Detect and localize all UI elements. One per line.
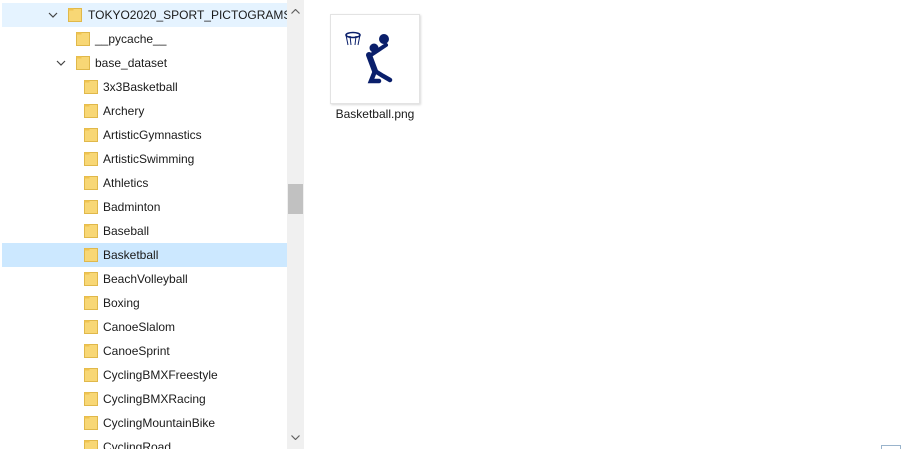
folder-icon (84, 223, 98, 239)
folder-icon (84, 439, 98, 449)
tree-item-label: CanoeSprint (103, 344, 170, 358)
file-list-pane: Basketball.png (304, 0, 909, 449)
file-thumbnail (330, 14, 420, 104)
tree-item-cyclingbmxfreestyle[interactable]: CyclingBMXFreestyle (2, 363, 287, 387)
tree-item-canoesprint[interactable]: CanoeSprint (2, 339, 287, 363)
folder-icon (84, 127, 98, 143)
folder-icon (84, 199, 98, 215)
tree-item-canoeslalom[interactable]: CanoeSlalom (2, 315, 287, 339)
vertical-scrollbar[interactable] (287, 0, 304, 449)
scrollbar-thumb[interactable] (288, 184, 303, 214)
tree-item-athletics[interactable]: Athletics (2, 171, 287, 195)
view-toggle-button[interactable] (881, 445, 901, 449)
tree-item-3x3basketball[interactable]: 3x3Basketball (2, 75, 287, 99)
tree-item-boxing[interactable]: Boxing (2, 291, 287, 315)
tree-item-label: __pycache__ (95, 32, 167, 46)
tree-item-beachvolleyball[interactable]: BeachVolleyball (2, 267, 287, 291)
tree-item-label: TOKYO2020_SPORT_PICTOGRAMS (88, 8, 287, 22)
folder-icon (84, 295, 98, 311)
tree-item-artisticswimming[interactable]: ArtisticSwimming (2, 147, 287, 171)
tree-item-label: CyclingRoad (103, 440, 172, 449)
tree-item-label: Baseball (103, 224, 150, 238)
folder-icon (84, 175, 98, 191)
tree-item-label: 3x3Basketball (103, 80, 178, 94)
tree-item-label: ArtisticGymnastics (103, 128, 202, 142)
folder-icon (68, 7, 82, 23)
tree-item-label: BeachVolleyball (103, 272, 188, 286)
tree-item-label: Basketball (103, 248, 159, 262)
folder-icon (76, 55, 90, 71)
tree-item-base-dataset[interactable]: base_dataset (2, 51, 287, 75)
tree-item-tokyo2020[interactable]: TOKYO2020_SPORT_PICTOGRAMS (2, 3, 287, 27)
folder-icon (84, 79, 98, 95)
tree-item-baseball[interactable]: Baseball (2, 219, 287, 243)
folder-icon (84, 391, 98, 407)
folder-icon (84, 319, 98, 335)
tree-item-label: Archery (103, 104, 145, 118)
navigation-tree: TOKYO2020_SPORT_PICTOGRAMS __pycache__ b… (0, 0, 287, 449)
tree-item-label: Athletics (103, 176, 149, 190)
tree-item-label: CyclingBMXFreestyle (103, 368, 218, 382)
tree-item-archery[interactable]: Archery (2, 99, 287, 123)
file-name-label: Basketball.png (335, 107, 415, 121)
folder-icon (84, 271, 98, 287)
tree-item-label: CyclingMountainBike (103, 416, 216, 430)
tree-item-badminton[interactable]: Badminton (2, 195, 287, 219)
tree-item-pycache[interactable]: __pycache__ (2, 27, 287, 51)
folder-icon (84, 367, 98, 383)
basketball-pictogram-icon (345, 31, 393, 84)
file-item-basketball[interactable]: Basketball.png (326, 12, 424, 124)
tree-item-label: CyclingBMXRacing (103, 392, 206, 406)
folder-icon (84, 103, 98, 119)
tree-item-cyclingbmxracing[interactable]: CyclingBMXRacing (2, 387, 287, 411)
tree-item-label: base_dataset (95, 56, 168, 70)
folder-icon (76, 31, 90, 47)
folder-icon (84, 151, 98, 167)
folder-icon (84, 343, 98, 359)
tree-item-cyclingmountainbike[interactable]: CyclingMountainBike (2, 411, 287, 435)
tree-item-cyclingroad[interactable]: CyclingRoad (2, 435, 287, 449)
tree-item-basketball[interactable]: Basketball (2, 243, 287, 267)
chevron-down-icon[interactable] (46, 8, 60, 22)
scroll-up-icon[interactable] (287, 3, 304, 20)
tree-item-artisticgymnastics[interactable]: ArtisticGymnastics (2, 123, 287, 147)
scroll-down-icon[interactable] (287, 429, 304, 446)
folder-icon (84, 247, 98, 263)
tree-item-label: Badminton (103, 200, 161, 214)
folder-icon (84, 415, 98, 431)
tree-item-label: CanoeSlalom (103, 320, 176, 334)
tree-item-label: ArtisticSwimming (103, 152, 195, 166)
tree-item-label: Boxing (103, 296, 140, 310)
chevron-down-icon[interactable] (54, 56, 68, 70)
